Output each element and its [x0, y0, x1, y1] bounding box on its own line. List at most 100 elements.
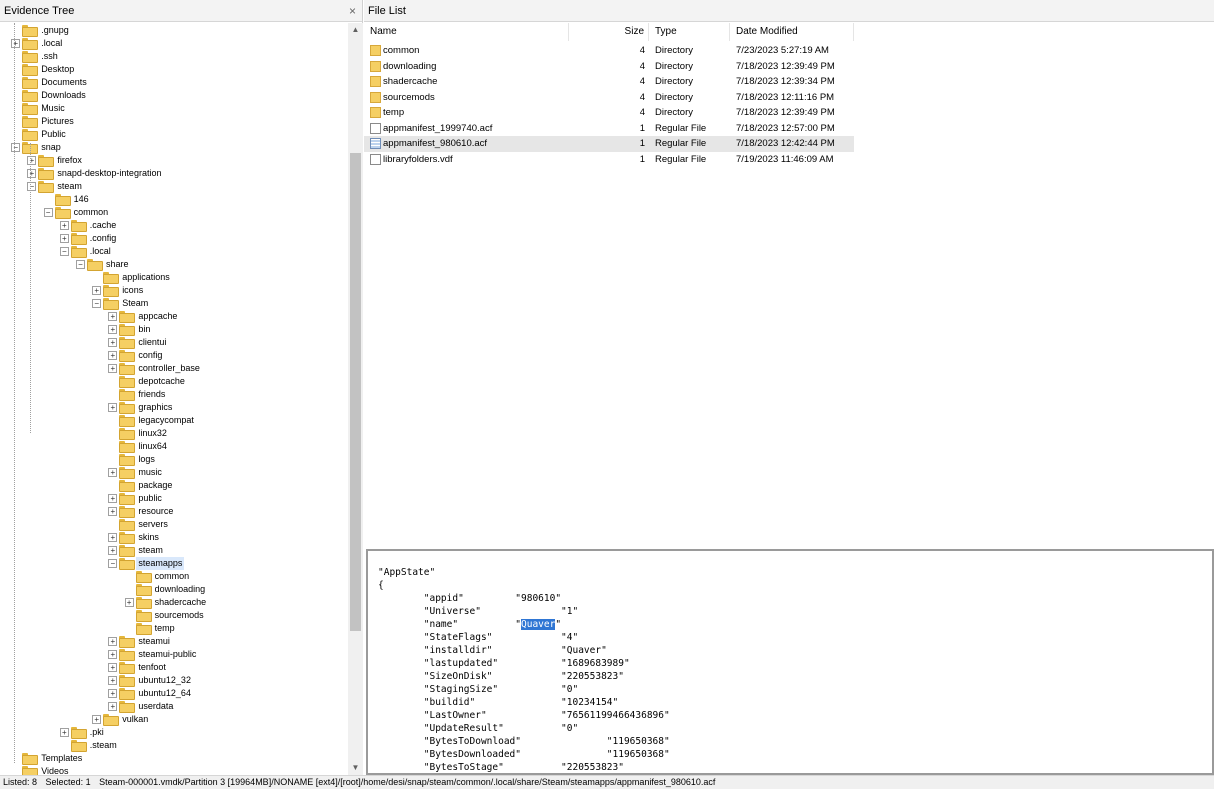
tree-node-label: snap — [41, 142, 61, 152]
file-content-viewer[interactable]: "AppState" { "appid" "980610" "Universe"… — [366, 549, 1214, 775]
column-header-date-modified[interactable]: Date Modified — [730, 23, 854, 41]
file-row[interactable]: common 4 Directory 7/23/2023 5:27:19 AM — [364, 43, 854, 59]
file-type: Directory — [655, 91, 694, 103]
tree-node-label: 146 — [73, 194, 89, 204]
column-header-type[interactable]: Type — [649, 23, 730, 41]
tree-node-label: ubuntu12_32 — [138, 675, 191, 685]
tree-node-label: legacycompat — [138, 415, 194, 425]
expand-icon[interactable]: + — [27, 156, 37, 165]
tree-node-label: Public — [41, 129, 66, 139]
file-type: Directory — [655, 107, 694, 118]
file-type: Regular File — [655, 138, 707, 149]
folder-icon — [38, 168, 55, 180]
collapse-icon[interactable]: − — [92, 299, 102, 308]
folder-icon — [119, 441, 136, 453]
folder-icon — [54, 194, 71, 206]
expand-icon[interactable]: + — [59, 234, 69, 243]
expand-icon[interactable]: + — [108, 403, 118, 412]
tree-node-label: .cache — [89, 220, 117, 230]
file-size: 4 — [639, 45, 645, 56]
expand-icon[interactable]: + — [124, 598, 134, 607]
file-content-text[interactable]: "AppState" { "appid" "980610" "Universe"… — [378, 566, 670, 773]
file-row[interactable]: sourcemods 4 Directory 7/18/2023 12:11:16 P… — [364, 90, 854, 106]
scroll-up-arrow-icon[interactable]: ▲ — [348, 23, 363, 37]
collapse-icon[interactable]: − — [43, 208, 53, 217]
folder-icon — [70, 246, 87, 258]
expand-icon[interactable]: + — [59, 221, 69, 230]
close-icon[interactable]: × — [349, 0, 356, 22]
expand-icon[interactable]: + — [108, 338, 118, 347]
expand-icon[interactable]: + — [108, 533, 118, 542]
tree-scrollbar[interactable]: ▲ ▼ — [348, 23, 363, 775]
tree-node-label: Videos — [41, 766, 69, 775]
file-row[interactable]: appmanifest_980610.acf 1 Regular File 7/18/… — [364, 136, 854, 152]
collapse-icon[interactable]: − — [59, 247, 69, 256]
expand-icon[interactable]: + — [108, 312, 118, 321]
folder-icon — [135, 571, 152, 583]
status-bar: Listed: 8 Selected: 1 Steam-000001.vmdk/… — [0, 775, 1214, 789]
tree-node-label: tenfoot — [138, 662, 166, 672]
evidence-tree-title: Evidence Tree — [4, 5, 75, 17]
folder-icon — [103, 298, 120, 310]
folder-icon — [119, 350, 136, 362]
file-row[interactable]: shadercache 4 Directory 7/18/2023 12:39:34 … — [364, 74, 854, 90]
expand-icon[interactable]: + — [59, 728, 69, 737]
scroll-down-arrow-icon[interactable]: ▼ — [348, 761, 363, 775]
expand-icon[interactable]: + — [108, 364, 118, 373]
collapse-icon[interactable]: − — [108, 559, 118, 568]
tree-node-label: graphics — [138, 402, 173, 412]
tree-node-label: Pictures — [41, 116, 74, 126]
expand-icon[interactable]: + — [108, 663, 118, 672]
collapse-icon[interactable]: − — [27, 182, 37, 191]
expand-icon[interactable]: + — [108, 351, 118, 360]
folder-icon — [22, 25, 39, 37]
collapse-icon[interactable]: − — [76, 260, 85, 269]
column-header-name[interactable]: Name — [364, 23, 569, 41]
folder-icon — [119, 324, 136, 336]
expand-icon[interactable]: + — [108, 650, 118, 659]
folder-icon — [70, 740, 87, 752]
tree-guide-line — [30, 143, 31, 433]
file-name: shadercache — [383, 76, 438, 87]
expand-icon[interactable]: + — [108, 546, 118, 555]
tree-node-label: .local — [41, 38, 63, 48]
folder-icon — [119, 675, 136, 687]
tree-node-label: appcache — [138, 311, 178, 321]
scrollbar-thumb[interactable] — [350, 153, 361, 631]
expand-icon[interactable]: + — [108, 702, 118, 711]
expand-icon[interactable]: + — [11, 39, 21, 48]
search-highlight: Quaver — [521, 619, 556, 630]
tree-node-label: steam — [57, 181, 82, 191]
folder-icon — [22, 64, 39, 76]
folder-icon — [22, 77, 39, 89]
expand-icon[interactable]: + — [108, 676, 118, 685]
expand-icon[interactable]: + — [108, 689, 118, 698]
collapse-icon[interactable]: − — [11, 143, 21, 152]
folder-icon — [103, 272, 120, 284]
file-size: 4 — [639, 91, 645, 103]
expand-icon[interactable]: + — [27, 169, 37, 178]
tree-node-label: linux32 — [138, 428, 167, 438]
expand-icon[interactable]: + — [108, 325, 118, 334]
file-date-modified: 7/18/2023 12:42:44 PM — [736, 138, 835, 149]
file-type: Regular File — [655, 122, 707, 134]
file-name: temp — [383, 107, 405, 118]
expand-icon[interactable]: + — [92, 286, 102, 295]
file-row[interactable]: libraryfolders.vdf 1 Regular File 7/19/2023… — [364, 152, 854, 168]
folder-icon — [103, 714, 120, 726]
file-row[interactable]: appmanifest_1999740.acf 1 Regular File 7/18… — [364, 121, 854, 137]
file-row[interactable]: temp 4 Directory 7/18/2023 12:39:49 PM — [364, 105, 854, 121]
expand-icon[interactable]: + — [92, 715, 102, 724]
file-type: Directory — [655, 76, 694, 87]
file-row[interactable]: downloading 4 Directory 7/18/2023 12:39:49 … — [364, 59, 854, 75]
expand-icon[interactable]: + — [108, 468, 118, 477]
folder-icon — [119, 428, 136, 440]
expand-icon[interactable]: + — [108, 494, 118, 503]
folder-icon — [119, 402, 136, 414]
file-list-title: File List — [368, 5, 406, 17]
evidence-tree: .gnupg + .local .ssh Desktop Documents Downloa… — [0, 23, 348, 775]
column-header-size[interactable]: Size — [569, 23, 649, 41]
expand-icon[interactable]: + — [108, 637, 118, 646]
expand-icon[interactable]: + — [108, 507, 118, 516]
tree-node-label: .pki — [89, 727, 104, 737]
